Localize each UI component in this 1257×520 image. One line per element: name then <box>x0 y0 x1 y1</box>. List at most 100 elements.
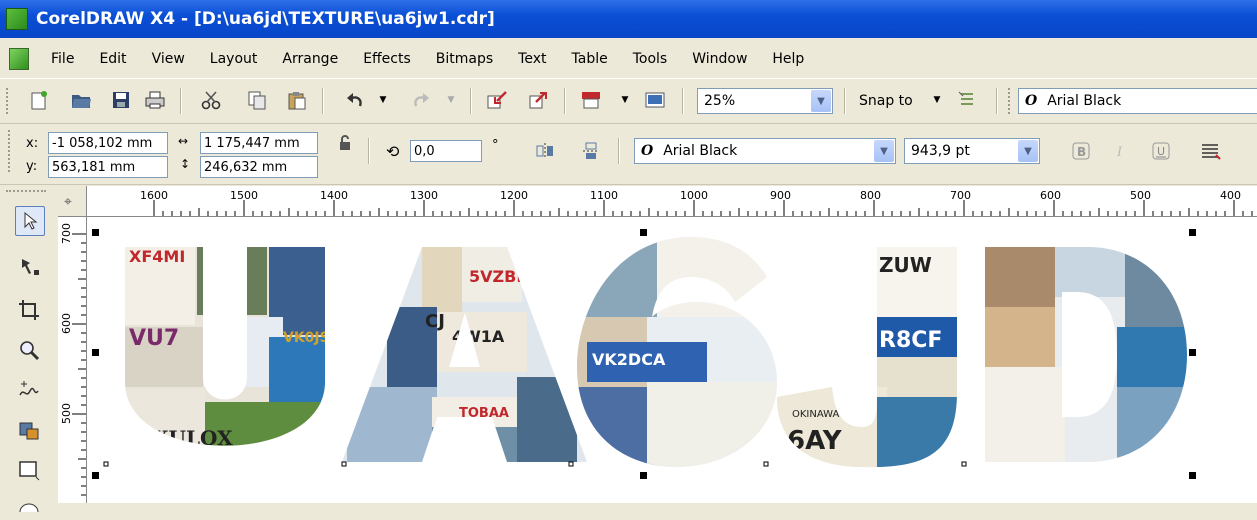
object-width-field[interactable]: 1 175,447 mm <box>200 132 318 154</box>
object-height-field[interactable]: 246,632 mm <box>200 156 318 178</box>
selection-handle-top-left[interactable] <box>92 229 99 236</box>
import-icon[interactable] <box>486 89 508 111</box>
paragraph-alignment-icon[interactable] <box>1200 140 1222 162</box>
chevron-down-icon[interactable]: ▼ <box>1018 140 1038 162</box>
toolbar-grip[interactable] <box>1008 88 1013 114</box>
menu-arrange[interactable]: Arrange <box>282 51 338 67</box>
snap-to-dropdown-icon[interactable]: ▼ <box>926 89 948 111</box>
launcher-dropdown-icon[interactable]: ▼ <box>614 89 636 111</box>
cut-icon[interactable] <box>200 89 222 111</box>
redo-dropdown-icon[interactable]: ▼ <box>440 89 462 111</box>
node-marker[interactable] <box>961 461 967 467</box>
options-icon[interactable] <box>956 89 978 111</box>
snap-to-button[interactable]: Snap to <box>859 93 913 109</box>
qsl-text-u-2: VU7 <box>129 326 179 351</box>
selection-handle-bottom-left[interactable] <box>92 472 99 479</box>
export-icon[interactable] <box>528 89 550 111</box>
font-size-value: 943,9 pt <box>911 143 970 159</box>
drawing-canvas[interactable]: XF4MI VU7 VK0JS XULOX 5VZBB CJ 4W1A TOBA… <box>87 217 1257 503</box>
selection-handle-middle-left[interactable] <box>92 349 99 356</box>
selection-handle-bottom-right[interactable] <box>1189 472 1196 479</box>
smart-fill-tool-icon[interactable] <box>15 416 43 444</box>
paste-icon[interactable] <box>286 89 308 111</box>
y-position-field[interactable]: 563,181 mm <box>48 156 168 178</box>
horizontal-ruler[interactable]: 1600 1500 1400 1300 1200 1100 1000 900 800 700 600… <box>86 186 1257 217</box>
shape-tool-icon[interactable] <box>15 252 43 280</box>
menu-help[interactable]: Help <box>772 51 804 67</box>
toolbar-grip[interactable] <box>6 88 11 114</box>
menu-effects[interactable]: Effects <box>363 51 411 67</box>
vertical-ruler[interactable]: 700 600 500 <box>58 186 87 503</box>
font-size-combo[interactable]: 943,9 pt ▼ <box>904 138 1040 164</box>
bold-icon[interactable]: B <box>1070 140 1092 162</box>
artwork-svg[interactable]: XF4MI VU7 VK0JS XULOX 5VZBB CJ 4W1A TOBA… <box>87 217 1257 503</box>
ellipse-tool-icon[interactable] <box>15 492 43 520</box>
letter-j-collage[interactable]: ZUW R8CF 6AY OKINAWA <box>772 237 962 477</box>
toolbar-separator <box>470 88 472 114</box>
qsl-text-j-2: R8CF <box>879 328 942 353</box>
chevron-down-icon[interactable]: ▼ <box>811 90 831 112</box>
freehand-tool-icon[interactable] <box>15 376 43 404</box>
letter-d-collage[interactable]: Q <box>977 237 1197 477</box>
print-icon[interactable] <box>144 89 166 111</box>
mirror-vertical-icon[interactable] <box>580 140 602 162</box>
node-marker[interactable] <box>341 461 347 467</box>
document-icon[interactable] <box>9 48 29 70</box>
toolbar-separator <box>844 88 846 114</box>
coreldraw-app-icon[interactable] <box>6 8 28 30</box>
zoom-level-combo[interactable]: 25% ▼ <box>697 88 833 114</box>
menu-file[interactable]: File <box>51 51 74 67</box>
digit-six-collage[interactable]: VK2DCA <box>572 232 782 477</box>
font-list-combo[interactable]: O Arial Black ▼ <box>634 138 896 164</box>
undo-dropdown-icon[interactable]: ▼ <box>372 89 394 111</box>
new-document-icon[interactable] <box>28 89 50 111</box>
letter-u-collage[interactable]: XF4MI VU7 VK0JS XULOX <box>117 237 332 477</box>
open-folder-icon[interactable] <box>70 89 92 111</box>
crop-tool-icon[interactable] <box>15 296 43 324</box>
copy-icon[interactable] <box>246 89 268 111</box>
menu-text[interactable]: Text <box>518 51 546 67</box>
application-launcher-icon[interactable] <box>580 89 602 111</box>
qsl-text-a-3: 4W1A <box>452 327 505 346</box>
chevron-down-icon[interactable]: ▼ <box>874 140 894 162</box>
node-marker[interactable] <box>763 461 769 467</box>
rectangle-tool-icon[interactable] <box>15 456 43 484</box>
x-position-field[interactable]: -1 058,102 mm <box>48 132 168 154</box>
menu-edit[interactable]: Edit <box>99 51 126 67</box>
menu-view[interactable]: View <box>152 51 185 67</box>
selection-handle-bottom-middle[interactable] <box>640 472 647 479</box>
menu-table[interactable]: Table <box>572 51 608 67</box>
svg-text:U: U <box>1157 145 1165 158</box>
italic-icon[interactable]: I <box>1110 140 1132 162</box>
toolbox-grip[interactable] <box>6 190 46 194</box>
menu-window[interactable]: Window <box>692 51 747 67</box>
toolbar-grip[interactable] <box>8 130 13 172</box>
mirror-horizontal-icon[interactable] <box>534 140 556 162</box>
lock-ratio-icon[interactable] <box>334 132 356 154</box>
ruler-origin-icon: ⌖ <box>64 194 72 210</box>
underline-icon[interactable]: U <box>1150 140 1172 162</box>
selection-handle-middle-right[interactable] <box>1189 349 1196 356</box>
ruler-left-label: 500 <box>60 403 73 424</box>
ruler-left-label: 600 <box>60 313 73 334</box>
redo-icon[interactable] <box>410 89 432 111</box>
rotation-angle-field[interactable]: 0,0 <box>410 140 482 162</box>
ruler-origin[interactable]: ⌖ <box>58 186 87 217</box>
node-marker[interactable] <box>103 461 109 467</box>
opentype-font-icon: O <box>641 143 654 159</box>
letter-a-collage[interactable]: 5VZBB CJ 4W1A TOBAA <box>337 237 597 477</box>
menu-bitmaps[interactable]: Bitmaps <box>436 51 493 67</box>
selection-handle-top-middle[interactable] <box>640 229 647 236</box>
pick-tool-icon[interactable] <box>15 206 45 236</box>
node-marker[interactable] <box>568 461 574 467</box>
font-list-top[interactable]: O Arial Black <box>1018 88 1257 114</box>
menu-tools[interactable]: Tools <box>633 51 668 67</box>
selection-handle-top-right[interactable] <box>1189 229 1196 236</box>
menu-layout[interactable]: Layout <box>210 51 258 67</box>
qsl-text-a-4: TOBAA <box>459 406 509 421</box>
save-icon[interactable] <box>110 89 132 111</box>
welcome-screen-icon[interactable] <box>644 89 666 111</box>
zoom-tool-icon[interactable] <box>15 336 43 364</box>
height-icon: ↕ <box>180 157 191 171</box>
undo-icon[interactable] <box>344 89 366 111</box>
